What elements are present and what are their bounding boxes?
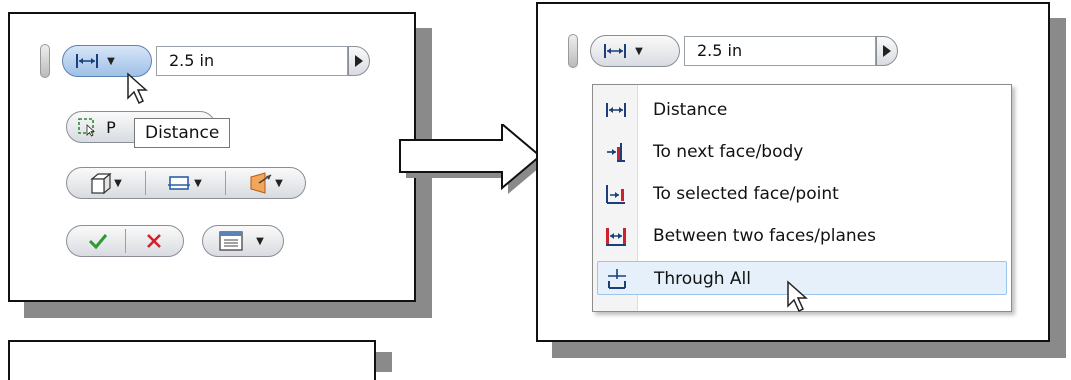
- menu-item-label: Through All: [654, 269, 751, 289]
- solid-output-button[interactable]: ▼: [75, 168, 135, 198]
- chevron-down-icon: ▼: [275, 177, 283, 189]
- right-panel: ▼ 2.5 in Distance To next face/body To s…: [536, 2, 1050, 342]
- transition-arrow-icon: [399, 124, 546, 194]
- through-all-icon: [608, 269, 626, 289]
- toolbar-grip[interactable]: [40, 44, 50, 78]
- cancel-button[interactable]: [129, 226, 179, 256]
- menu-item-label: Between two faces/planes: [653, 226, 876, 246]
- to-next-icon: [607, 143, 625, 162]
- distance-tooltip: Distance: [134, 118, 231, 148]
- distance-icon: [606, 103, 626, 117]
- output-options-group: ▼ ▼ ▼: [66, 167, 306, 199]
- menu-item-to-next[interactable]: To next face/body: [597, 135, 1007, 169]
- bottom-left-panel-shadow: [376, 352, 392, 372]
- menu-item-label: Distance: [653, 100, 728, 120]
- distance-value-field[interactable]: 2.5 in: [156, 46, 348, 76]
- toolbar-grip[interactable]: [568, 34, 578, 68]
- profile-label: P: [106, 117, 116, 137]
- divider: [225, 171, 226, 195]
- extents-menu: Distance To next face/body To selected f…: [592, 84, 1012, 312]
- divider: [145, 171, 146, 195]
- chevron-down-icon: ▼: [114, 177, 122, 189]
- left-panel: ▼ 2.5 in P Distance ▼ ▼ ▼ ▼: [8, 12, 416, 302]
- list-options-icon: [213, 226, 249, 256]
- between-icon: [606, 228, 626, 246]
- bottom-left-panel: [8, 340, 376, 380]
- distance-arrow-button[interactable]: [876, 36, 898, 66]
- chevron-down-icon: ▼: [194, 177, 202, 189]
- menu-item-to-selected[interactable]: To selected face/point: [597, 177, 1007, 211]
- divider: [125, 229, 126, 253]
- mouse-cursor-icon: [127, 72, 148, 105]
- distance-value-field[interactable]: 2.5 in: [684, 36, 876, 66]
- direction-button[interactable]: ▼: [151, 168, 217, 198]
- distance-arrow-button[interactable]: [348, 46, 370, 76]
- chevron-down-icon: ▼: [107, 55, 115, 67]
- taper-button[interactable]: ▼: [231, 168, 299, 198]
- profile-select-icon: [75, 112, 99, 142]
- menu-item-label: To next face/body: [653, 142, 804, 162]
- to-selected-icon: [606, 185, 625, 204]
- extents-dropdown[interactable]: ▼: [590, 35, 680, 67]
- mouse-cursor-icon: [787, 280, 808, 313]
- menu-item-distance[interactable]: Distance: [597, 93, 1007, 127]
- chevron-down-icon: ▼: [635, 45, 643, 57]
- menu-item-label: To selected face/point: [653, 184, 839, 204]
- ok-button[interactable]: [73, 226, 123, 256]
- menu-item-between[interactable]: Between two faces/planes: [597, 219, 1007, 253]
- distance-icon: [601, 36, 629, 66]
- chevron-down-icon: ▼: [256, 235, 264, 247]
- options-menu-button[interactable]: ▼: [202, 225, 284, 257]
- distance-icon: [73, 46, 101, 76]
- ok-cancel-group: [66, 225, 184, 257]
